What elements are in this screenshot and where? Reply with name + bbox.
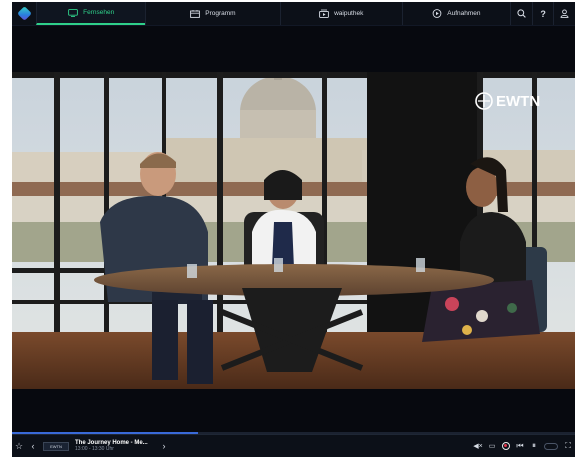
record-icon	[432, 9, 442, 18]
waipu-logo[interactable]	[12, 2, 36, 25]
tab-programm[interactable]: Programm	[144, 2, 280, 25]
pause-icon[interactable]: ⏸	[527, 441, 541, 451]
account-button[interactable]	[553, 2, 575, 25]
channel-watermark: EWTN	[496, 93, 540, 110]
show-info[interactable]: The Journey Home - Me... 13:00 - 13:30 U…	[75, 440, 157, 452]
tab-label: Aufnahmen	[447, 10, 481, 17]
account-icon	[560, 9, 569, 18]
video-frame: EWTN	[12, 72, 575, 389]
video-player[interactable]: EWTN	[12, 72, 575, 389]
search-icon	[517, 9, 526, 18]
mute-icon[interactable]: ◀×	[471, 442, 485, 450]
help-button[interactable]: ?	[531, 2, 554, 25]
mediathek-icon	[319, 9, 329, 18]
next-channel-icon[interactable]: ›	[157, 441, 171, 451]
show-time: 13:00 - 13:30 Uhr	[75, 446, 114, 452]
prev-channel-icon[interactable]: ‹	[26, 441, 40, 451]
channel-logo[interactable]: EWTN	[43, 441, 69, 451]
help-icon: ?	[540, 8, 546, 19]
guide-icon	[190, 9, 201, 18]
tab-label: Fernsehen	[83, 9, 115, 16]
tab-label: waiputhek	[334, 10, 364, 17]
tab-fernsehen[interactable]: Fernsehen	[36, 2, 145, 25]
letterbox-top	[12, 26, 575, 72]
search-button[interactable]	[510, 2, 532, 25]
player-bar: ☆ ‹ EWTN The Journey Home - Me... 13:00 …	[12, 434, 575, 457]
tab-waiputhek[interactable]: waiputhek	[279, 2, 402, 25]
app-window: Fernsehen Programm waiputhek Aufnahmen ?	[12, 2, 575, 457]
fullscreen-icon[interactable]: ⛶	[561, 441, 575, 451]
record-button-icon[interactable]	[502, 442, 510, 450]
top-nav: Fernsehen Programm waiputhek Aufnahmen ?	[12, 2, 575, 26]
toggle-switch[interactable]	[544, 442, 558, 450]
subtitles-icon[interactable]: ▭	[485, 442, 499, 450]
favorite-star-icon[interactable]: ☆	[12, 441, 26, 452]
tab-label: Programm	[205, 10, 236, 17]
tv-icon	[68, 8, 78, 17]
skip-back-icon[interactable]: ⏮	[513, 441, 527, 451]
logo-mark	[16, 6, 32, 21]
tab-aufnahmen[interactable]: Aufnahmen	[401, 2, 511, 25]
